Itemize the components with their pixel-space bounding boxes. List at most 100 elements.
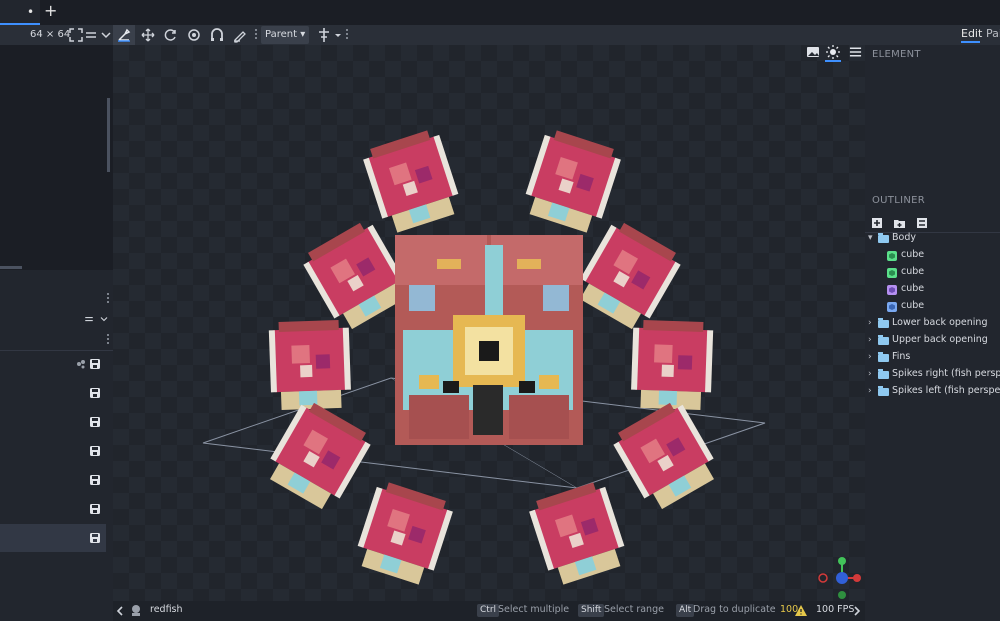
outliner-cube[interactable]: cube	[865, 282, 1000, 299]
spike-part	[278, 319, 339, 333]
spike-part	[677, 355, 693, 370]
menu-lines-icon[interactable]	[82, 313, 96, 325]
panel-menu-icon[interactable]	[106, 292, 109, 306]
toolbar-overflow-icon-2[interactable]	[345, 28, 348, 42]
left-panel-resize-handle[interactable]	[0, 266, 22, 269]
key-hint: Select range	[604, 604, 664, 615]
resolution-label[interactable]: 64 × 64	[30, 25, 70, 45]
body-dark-spot	[443, 381, 459, 393]
chevron-right-icon[interactable]: ›	[868, 352, 872, 362]
outliner-label: Lower back opening	[892, 317, 988, 328]
spike-part	[658, 390, 678, 406]
cube-icon	[887, 302, 897, 312]
save-icon[interactable]	[89, 358, 101, 370]
resize-tool-icon[interactable]	[140, 27, 156, 43]
folder-icon	[878, 318, 889, 328]
spike	[357, 482, 453, 585]
brush-tool-icon[interactable]	[232, 27, 248, 43]
folder-icon	[878, 335, 889, 345]
body-lower-right	[509, 395, 569, 439]
transform-space-select[interactable]: Parent ▾	[261, 26, 310, 44]
model-name: redfish	[150, 604, 183, 615]
chevron-right-icon[interactable]: ›	[868, 386, 872, 396]
body-lower-left	[409, 395, 469, 439]
outliner-label: cube	[901, 283, 925, 294]
outliner-label: Body	[892, 232, 916, 243]
save-icon[interactable]	[89, 387, 101, 399]
spike	[529, 482, 625, 585]
left-panel-bottom	[0, 270, 113, 621]
chevron-right-icon[interactable]: ›	[868, 318, 872, 328]
save-icon[interactable]	[89, 416, 101, 428]
save-icon[interactable]	[89, 532, 101, 544]
pivot-tool-icon[interactable]	[186, 27, 202, 43]
left-panel-scrollbar[interactable]	[107, 98, 110, 172]
right-panel: ELEMENT OUTLINER ▾ Body cube cube cube c…	[865, 45, 1000, 621]
mode-tab-edit[interactable]: Edit	[961, 27, 982, 40]
list-item[interactable]	[0, 495, 106, 523]
save-icon[interactable]	[89, 474, 101, 486]
add-group-icon[interactable]	[893, 217, 906, 229]
outliner-cube[interactable]: cube	[865, 265, 1000, 282]
chevron-down-icon[interactable]	[98, 27, 114, 43]
list-item[interactable]	[0, 408, 106, 436]
spike-part	[661, 364, 674, 378]
panel-menu-icon-2[interactable]	[106, 333, 109, 347]
list-item[interactable]	[0, 437, 106, 465]
fps-counter: 100 FPS	[816, 604, 855, 615]
key-hint: Drag to duplicate	[693, 604, 776, 615]
spike	[613, 402, 714, 510]
mouth-opening	[473, 385, 503, 435]
outliner-cube[interactable]: cube	[865, 248, 1000, 265]
list-item-selected[interactable]	[0, 524, 106, 552]
warning-icon[interactable]	[795, 605, 807, 616]
save-icon[interactable]	[89, 503, 101, 515]
element-panel-title: ELEMENT	[872, 49, 921, 60]
collapse-all-icon[interactable]	[916, 217, 928, 229]
new-tab-button[interactable]: +	[44, 3, 57, 19]
chevron-left-icon[interactable]	[116, 605, 124, 617]
rotate-tool-icon[interactable]	[163, 27, 179, 43]
outliner-group[interactable]: › Spikes left (fish perspective)	[865, 384, 1000, 401]
chevron-right-icon[interactable]	[853, 605, 861, 617]
list-item[interactable]	[0, 350, 106, 378]
outliner-cube[interactable]: cube	[865, 299, 1000, 316]
chevron-down-icon[interactable]: ▾	[868, 233, 873, 243]
outliner-group[interactable]: › Lower back opening	[865, 316, 1000, 333]
vertex-snap-icon[interactable]	[209, 27, 225, 43]
outliner-group-body[interactable]: ▾ Body	[865, 231, 1000, 248]
redfish-model[interactable]	[113, 45, 865, 601]
body-marking	[543, 285, 569, 311]
key-badge: Ctrl	[477, 604, 500, 617]
outliner-group[interactable]: › Upper back opening	[865, 333, 1000, 350]
cube-icon	[887, 285, 897, 295]
list-item[interactable]	[0, 379, 106, 407]
chevron-right-icon[interactable]: ›	[868, 369, 872, 379]
axis-gizmo[interactable]	[815, 557, 863, 601]
outliner-group[interactable]: › Spikes right (fish perspective)	[865, 367, 1000, 384]
toolbar-overflow-icon[interactable]	[254, 28, 257, 42]
outliner-label: Upper back opening	[892, 334, 988, 345]
body-dark-spot	[519, 381, 535, 393]
body-marking	[437, 259, 461, 269]
list-item[interactable]	[0, 466, 106, 494]
menu-lines-icon[interactable]	[83, 27, 99, 43]
outliner-group[interactable]: › Fins	[865, 350, 1000, 367]
align-dropdown-icon[interactable]	[330, 27, 346, 43]
spike	[525, 130, 621, 233]
body-marking	[419, 375, 439, 389]
chevron-down-icon[interactable]	[98, 313, 110, 325]
add-cube-icon[interactable]	[871, 217, 883, 229]
fullscreen-icon[interactable]	[68, 27, 84, 43]
spike-part	[300, 364, 313, 378]
link-icon	[77, 360, 85, 369]
mode-tab-paint[interactable]: Pai	[986, 27, 1000, 40]
tab-current-project[interactable]: •	[0, 0, 40, 25]
move-tool-icon[interactable]	[116, 27, 132, 43]
chevron-right-icon[interactable]: ›	[868, 335, 872, 345]
spike-part	[272, 327, 347, 393]
outliner-label: cube	[901, 249, 925, 260]
save-icon[interactable]	[89, 445, 101, 457]
spike	[363, 130, 459, 233]
3d-viewport[interactable]	[113, 45, 865, 601]
